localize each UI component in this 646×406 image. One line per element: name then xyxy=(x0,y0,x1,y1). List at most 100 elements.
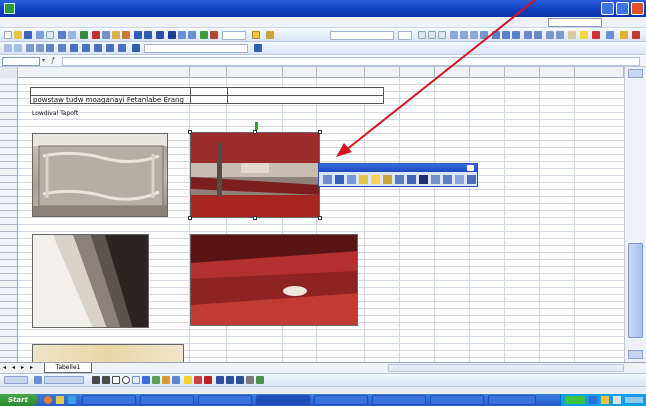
reviewing-icon-7[interactable] xyxy=(70,44,78,52)
clip-art-icon[interactable] xyxy=(162,376,170,384)
column-header-c[interactable] xyxy=(227,67,283,78)
crop-icon[interactable] xyxy=(395,175,404,184)
taskbar-window-4[interactable] xyxy=(314,395,368,405)
autofilter-icon[interactable] xyxy=(620,31,628,39)
more-brightness-icon[interactable] xyxy=(371,175,380,184)
italic-icon[interactable] xyxy=(428,31,436,39)
toolbar-options-icon[interactable] xyxy=(606,31,614,39)
3d-style-icon[interactable] xyxy=(256,376,264,384)
reviewing-icon-5[interactable] xyxy=(46,44,54,52)
next-sheet-icon[interactable]: ▸ xyxy=(21,364,24,371)
oval-icon[interactable] xyxy=(122,376,130,384)
taskbar-window-2[interactable] xyxy=(140,395,194,405)
maximize-button[interactable] xyxy=(616,2,629,15)
photo-beam-underside[interactable] xyxy=(32,234,149,328)
save-icon[interactable] xyxy=(24,31,32,39)
format-picture-icon[interactable] xyxy=(443,175,452,184)
photo-red-beam-selected[interactable] xyxy=(190,132,320,218)
reviewing-icon-1[interactable] xyxy=(4,44,12,52)
scroll-up-icon[interactable] xyxy=(628,69,643,78)
column-header-i[interactable] xyxy=(470,67,505,78)
insert-picture-icon[interactable] xyxy=(323,175,332,184)
paste-icon[interactable] xyxy=(112,31,120,39)
start-button[interactable]: Start xyxy=(0,394,38,406)
more-contrast-icon[interactable] xyxy=(347,175,356,184)
picture-toolbar-close-icon[interactable] xyxy=(467,165,474,171)
draw-menu-button[interactable] xyxy=(4,376,28,384)
diagram-icon[interactable] xyxy=(152,376,160,384)
rotate-left-icon[interactable] xyxy=(407,175,416,184)
text-box-icon[interactable] xyxy=(132,376,140,384)
row-headers[interactable] xyxy=(0,78,18,362)
reviewing-icon-8[interactable] xyxy=(82,44,90,52)
align-right-icon[interactable] xyxy=(470,31,478,39)
column-header-a[interactable] xyxy=(18,67,190,78)
arrow-icon[interactable] xyxy=(102,376,110,384)
resize-handle-top-right[interactable] xyxy=(318,130,322,134)
set-transparent-color-icon[interactable] xyxy=(455,175,464,184)
currency-icon[interactable] xyxy=(492,31,500,39)
email-icon[interactable] xyxy=(46,31,54,39)
tray-network-icon[interactable] xyxy=(589,396,597,404)
name-box[interactable] xyxy=(2,57,40,66)
column-header-d[interactable] xyxy=(283,67,317,78)
first-sheet-icon[interactable]: ◂ xyxy=(3,364,6,371)
picture-toolbar[interactable] xyxy=(318,163,478,187)
column-header-l[interactable] xyxy=(575,67,624,78)
minimize-button[interactable] xyxy=(601,2,614,15)
resize-handle-top[interactable] xyxy=(253,130,257,134)
comma-icon[interactable] xyxy=(512,31,520,39)
sort-ascending-icon[interactable] xyxy=(178,31,186,39)
reviewing-icon-6[interactable] xyxy=(58,44,66,52)
font-size-select[interactable] xyxy=(398,31,412,40)
reset-picture-icon[interactable] xyxy=(467,175,476,184)
column-header-e[interactable] xyxy=(317,67,365,78)
align-left-icon[interactable] xyxy=(450,31,458,39)
dash-style-icon[interactable] xyxy=(226,376,234,384)
drawing-icon[interactable] xyxy=(210,31,218,39)
help-search-input[interactable] xyxy=(548,18,602,27)
copy-icon[interactable] xyxy=(102,31,110,39)
resize-handle-bottom-right[interactable] xyxy=(318,216,322,220)
borders-icon[interactable] xyxy=(568,31,576,39)
photo-bottom-partial[interactable] xyxy=(32,344,184,362)
quick-launch-desktop-icon[interactable] xyxy=(68,396,76,404)
column-header-f[interactable] xyxy=(365,67,400,78)
percent-icon[interactable] xyxy=(502,31,510,39)
sort-icon[interactable] xyxy=(632,31,640,39)
tray-status-icon[interactable] xyxy=(565,396,585,404)
column-header-b[interactable] xyxy=(190,67,227,78)
fill-color-icon[interactable] xyxy=(580,31,588,39)
reviewing-icon-2[interactable] xyxy=(14,44,22,52)
column-header-h[interactable] xyxy=(435,67,470,78)
font-color-icon[interactable] xyxy=(592,31,600,39)
quick-launch-folder-icon[interactable] xyxy=(56,396,64,404)
close-button[interactable] xyxy=(631,2,644,15)
undo-icon[interactable] xyxy=(134,31,142,39)
rotate-handle[interactable] xyxy=(255,122,258,130)
chart-wizard-icon[interactable] xyxy=(200,31,208,39)
autoshapes-menu-button[interactable] xyxy=(44,376,84,384)
new-icon[interactable] xyxy=(4,31,12,39)
increase-decimal-icon[interactable] xyxy=(524,31,532,39)
permission-icon[interactable] xyxy=(36,31,44,39)
decrease-indent-icon[interactable] xyxy=(546,31,554,39)
line-icon[interactable] xyxy=(92,376,100,384)
picture-toolbar-title-bar[interactable] xyxy=(319,164,477,172)
taskbar-window-3[interactable] xyxy=(198,395,252,405)
decrease-decimal-icon[interactable] xyxy=(534,31,542,39)
reviewing-icon-4[interactable] xyxy=(36,44,44,52)
merge-center-icon[interactable] xyxy=(480,31,488,39)
taskbar-window-1[interactable] xyxy=(82,395,136,405)
color-icon[interactable] xyxy=(335,175,344,184)
reviewing-icon-9[interactable] xyxy=(94,44,102,52)
reviewing-icon-11[interactable] xyxy=(118,44,126,52)
quick-launch-browser-icon[interactable] xyxy=(44,396,52,404)
research-icon[interactable] xyxy=(266,31,274,39)
open-icon[interactable] xyxy=(14,31,22,39)
rectangle-icon[interactable] xyxy=(112,376,120,384)
column-header-k[interactable] xyxy=(540,67,575,78)
photo-weld-plate[interactable] xyxy=(32,133,168,217)
select-all-button[interactable] xyxy=(0,67,18,78)
font-name-select[interactable] xyxy=(330,31,394,40)
